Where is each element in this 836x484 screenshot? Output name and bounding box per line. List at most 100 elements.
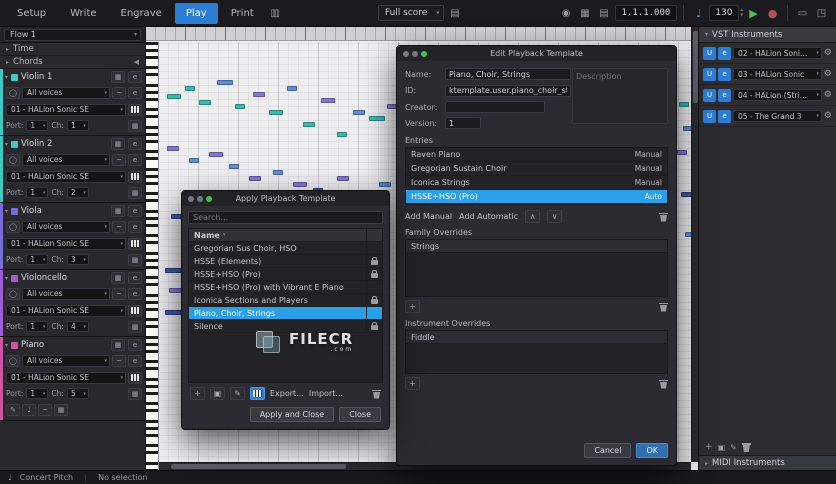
entry-row-selected[interactable]: HSSE+HSO (Pro)Auto: [406, 190, 667, 204]
duplicate-template-button[interactable]: ▣: [210, 387, 225, 400]
piano-icon[interactable]: [128, 305, 142, 317]
instrument-window-icon[interactable]: U: [703, 68, 716, 81]
expression-map-icon[interactable]: e: [128, 154, 142, 166]
template-row-selected[interactable]: Piano, Choir, Strings: [189, 307, 382, 320]
pencil-icon[interactable]: ✎: [6, 404, 20, 416]
voices-select[interactable]: All voices▾: [22, 87, 110, 99]
entry-row[interactable]: Iconica StringsManual: [406, 176, 667, 190]
humanize-icon[interactable]: ~: [38, 404, 52, 416]
expression-map-icon[interactable]: e: [128, 288, 142, 300]
piano-icon[interactable]: [128, 171, 142, 183]
layout-options-icon[interactable]: ▤: [446, 5, 463, 21]
routing-icon[interactable]: ▦: [111, 272, 125, 284]
mixer-icon[interactable]: ▦: [577, 5, 594, 21]
concert-pitch-label[interactable]: Concert Pitch: [20, 473, 73, 482]
tempo-stepper[interactable]: ▴▾: [741, 8, 744, 18]
template-search-input[interactable]: [188, 211, 383, 224]
id-field[interactable]: [445, 85, 571, 97]
fullscreen-icon[interactable]: ◳: [813, 5, 830, 21]
instrument-window-icon[interactable]: U: [703, 47, 716, 60]
output-icon[interactable]: ▦: [128, 321, 142, 333]
midi-note[interactable]: [229, 164, 239, 169]
template-row[interactable]: HSSE+HSO (Pro): [189, 268, 382, 281]
flow-select[interactable]: Flow 1▾: [4, 29, 141, 41]
midi-note[interactable]: [209, 152, 223, 157]
midi-note[interactable]: [293, 182, 307, 187]
midi-note[interactable]: [167, 94, 181, 99]
midi-instruments-header[interactable]: ▸ MIDI Instruments: [699, 455, 836, 470]
tab-print[interactable]: Print: [220, 3, 265, 24]
table-header-row[interactable]: Name▾: [189, 229, 382, 242]
cancel-button[interactable]: Cancel: [584, 443, 631, 458]
tab-write[interactable]: Write: [59, 3, 107, 24]
midi-note[interactable]: [199, 100, 211, 105]
piano-keyboard-column[interactable]: [146, 42, 159, 470]
trash-icon[interactable]: [372, 389, 381, 399]
chevron-down-icon[interactable]: ▾: [5, 74, 8, 81]
instrument-edit-icon[interactable]: e: [718, 47, 731, 60]
chevron-down-icon[interactable]: ▾: [5, 141, 8, 148]
voice-circle-icon[interactable]: ◯: [6, 154, 20, 166]
wave-icon[interactable]: ~: [112, 288, 126, 300]
edit-template-button[interactable]: ✎: [230, 387, 245, 400]
instrument-select[interactable]: 01 - HALion Sonic SE▾: [6, 171, 126, 183]
midi-note[interactable]: [353, 110, 365, 115]
vst-panel-header[interactable]: ▾ VST Instruments: [699, 27, 836, 43]
duplicate-icon[interactable]: ▣: [718, 443, 726, 452]
velocity-icon[interactable]: ▦: [54, 404, 68, 416]
template-row[interactable]: Gregorian Sus Choir, HSO: [189, 242, 382, 255]
vst-select[interactable]: 05 - The Grand 3▾: [733, 110, 822, 122]
instrument-select[interactable]: 01 - HALion Sonic SE▾: [6, 104, 126, 116]
template-row[interactable]: HSSE (Elements): [189, 255, 382, 268]
time-track-row[interactable]: ▸ Time: [0, 43, 145, 56]
midi-note[interactable]: [217, 80, 233, 85]
channel-select[interactable]: 2▾: [67, 187, 89, 198]
track-header[interactable]: ▾ Piano ▦ e: [5, 338, 145, 352]
override-row[interactable]: Fiddle: [406, 331, 667, 344]
chevron-down-icon[interactable]: ▾: [5, 342, 8, 349]
tab-setup[interactable]: Setup: [6, 3, 57, 24]
description-field[interactable]: Description: [572, 68, 668, 124]
expression-map-icon[interactable]: e: [128, 355, 142, 367]
template-row[interactable]: HSSE+HSO (Pro) with Vibrant E Piano: [189, 281, 382, 294]
midi-note[interactable]: [253, 92, 265, 97]
midi-note[interactable]: [379, 182, 391, 187]
add-family-override-button[interactable]: +: [405, 300, 420, 313]
midi-note[interactable]: [235, 104, 245, 109]
vst-select[interactable]: 04 - HALion (Strings)▾: [733, 89, 822, 101]
midi-note[interactable]: [679, 102, 689, 107]
note-input-icon[interactable]: ▥: [267, 5, 284, 21]
channel-select[interactable]: 1▾: [67, 120, 89, 131]
output-icon[interactable]: ▦: [128, 120, 142, 132]
play-button[interactable]: ▶: [745, 5, 762, 21]
window-minimize-button[interactable]: [197, 196, 203, 202]
instrument-window-icon[interactable]: U: [703, 110, 716, 123]
port-select[interactable]: 1▾: [26, 254, 48, 265]
midi-note[interactable]: [677, 150, 687, 155]
playback-template-button[interactable]: [250, 387, 265, 400]
layout-select[interactable]: Full score▾: [378, 5, 444, 21]
vst-select[interactable]: 03 - HALion Sonic▾: [733, 68, 822, 80]
piano-icon[interactable]: [128, 238, 142, 250]
template-row[interactable]: Silence: [189, 320, 382, 333]
midi-note[interactable]: [249, 176, 261, 181]
expression-map-icon[interactable]: e: [128, 87, 142, 99]
collapse-panel-icon[interactable]: ◀: [134, 58, 139, 66]
window-maximize-button[interactable]: [206, 196, 212, 202]
piano-icon[interactable]: [128, 104, 142, 116]
tab-play[interactable]: Play: [175, 3, 218, 24]
voices-select[interactable]: All voices▾: [22, 288, 110, 300]
voice-circle-icon[interactable]: ◯: [6, 221, 20, 233]
routing-icon[interactable]: ▦: [111, 138, 125, 150]
vertical-scrollbar[interactable]: [691, 27, 698, 462]
export-button[interactable]: Export...: [270, 389, 304, 398]
expression-icon[interactable]: e: [128, 205, 142, 217]
channel-select[interactable]: 5▾: [67, 388, 89, 399]
midi-note[interactable]: [273, 170, 283, 175]
channel-select[interactable]: 4▾: [67, 321, 89, 332]
instrument-select[interactable]: 01 - HALion Sonic SE▾: [6, 238, 126, 250]
gear-icon[interactable]: ⚙: [824, 111, 832, 121]
import-button[interactable]: Import...: [309, 389, 343, 398]
add-template-button[interactable]: +: [190, 387, 205, 400]
ok-button[interactable]: OK: [636, 443, 668, 458]
